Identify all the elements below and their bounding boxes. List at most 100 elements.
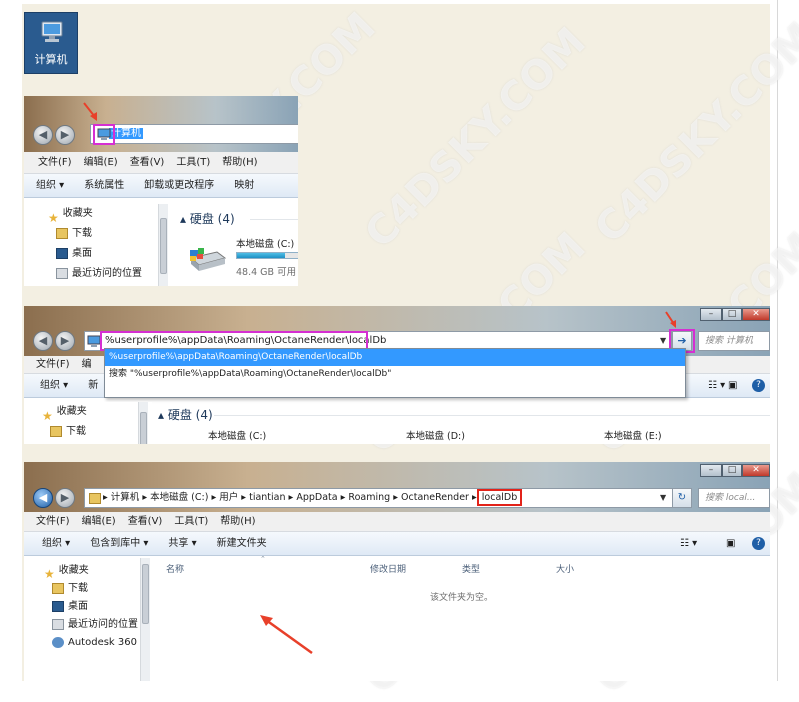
page-border xyxy=(777,0,778,681)
search-box[interactable]: 搜索 local... xyxy=(698,488,770,508)
search-box[interactable]: 搜索 计算机 xyxy=(698,331,770,351)
explorer-window-address-input: – □ ✕ ◀ ▶ %userprofile%\appData\Roaming\… xyxy=(24,306,770,444)
menu-tools[interactable]: 工具(T) xyxy=(170,152,216,174)
autocomplete-item-path[interactable]: %userprofile%\appData\Roaming\OctaneRend… xyxy=(105,349,685,366)
uninstall-program-button[interactable]: 卸载或更改程序 xyxy=(134,174,224,198)
view-options-icon[interactable]: ☷ ▾ xyxy=(680,532,697,556)
nav-favorites[interactable]: ★ 收藏夹 xyxy=(42,402,152,423)
share-button[interactable]: 共享 ▾ xyxy=(158,532,206,556)
menu-view[interactable]: 查看(V) xyxy=(122,512,169,532)
column-type[interactable]: 类型 xyxy=(462,562,480,575)
menu-view[interactable]: 查看(V) xyxy=(124,152,171,174)
forward-button[interactable]: ▶ xyxy=(55,488,75,508)
nav-downloads[interactable]: 下载 xyxy=(48,224,164,244)
desktop-computer-icon[interactable]: 计算机 xyxy=(24,12,78,74)
organize-button[interactable]: 组织 ▾ xyxy=(26,174,74,198)
recent-places-icon xyxy=(52,618,64,630)
nav-desktop[interactable]: 桌面 xyxy=(48,244,164,264)
view-options-icon[interactable]: ☷ ▾ xyxy=(708,374,725,398)
column-name[interactable]: 名称 xyxy=(166,562,184,575)
new-folder-button[interactable]: 新建文件夹 xyxy=(207,532,277,556)
nav-downloads[interactable]: 下载 xyxy=(42,422,152,442)
help-icon[interactable]: ? xyxy=(752,537,765,550)
autocomplete-item-search[interactable]: 搜索 "%userprofile%\appData\Roaming\Octane… xyxy=(105,366,685,383)
nav-scrollbar[interactable] xyxy=(140,558,150,681)
menu-tools[interactable]: 工具(T) xyxy=(168,512,214,532)
map-drive-button[interactable]: 映射 xyxy=(224,174,264,198)
nav-favorites[interactable]: ★ 收藏夹 xyxy=(44,562,152,581)
crumb-tiantian[interactable]: tiantian xyxy=(249,492,285,503)
recent-places-icon xyxy=(56,267,68,279)
include-in-library-button[interactable]: 包含到库中 ▾ xyxy=(80,532,158,556)
system-properties-button[interactable]: 系统属性 xyxy=(74,174,134,198)
crumb-appdata[interactable]: AppData xyxy=(296,492,337,503)
nav-recent[interactable]: 最近访问的位置 xyxy=(48,264,164,284)
menu-help[interactable]: 帮助(H) xyxy=(216,152,263,174)
menu-file[interactable]: 文件(F) xyxy=(30,356,76,374)
drive-d-label[interactable]: 本地磁盘 (D:) xyxy=(406,428,465,442)
menu-file[interactable]: 文件(F) xyxy=(32,152,78,174)
nav-desktop[interactable]: 桌面 xyxy=(44,598,152,616)
section-header: ▴ 硬盘 (4) xyxy=(180,212,235,226)
nav-autodesk360[interactable]: Autodesk 360 xyxy=(44,634,152,652)
address-dropdown-arrow[interactable]: ▼ xyxy=(660,493,666,502)
address-bar[interactable]: 计算机 xyxy=(90,124,298,144)
crumb-users[interactable]: 用户 xyxy=(219,492,238,503)
crumb-roaming[interactable]: Roaming xyxy=(348,492,390,503)
crumb-octanerender[interactable]: OctaneRender xyxy=(401,492,469,503)
menu-help[interactable]: 帮助(H) xyxy=(214,512,261,532)
back-button[interactable]: ◀ xyxy=(33,125,53,145)
folder-icon xyxy=(89,493,101,504)
address-dropdown-arrow[interactable]: ▼ xyxy=(660,336,666,345)
computer-icon xyxy=(87,335,101,347)
cloud-icon xyxy=(52,636,64,648)
menu-edit[interactable]: 编 xyxy=(76,356,98,374)
help-icon[interactable]: ? xyxy=(752,379,765,392)
organize-button[interactable]: 组织 ▾ xyxy=(32,532,80,556)
forward-button[interactable]: ▶ xyxy=(55,331,75,351)
organize-button[interactable]: 组织 ▾ xyxy=(30,374,78,398)
preview-pane-icon[interactable]: ▣ xyxy=(726,532,735,556)
navigation-pane: ★ 收藏夹 下载 桌面 最近访问的位置 xyxy=(24,204,164,286)
drive-e-label[interactable]: 本地磁盘 (E:) xyxy=(604,428,662,442)
drive-c-label[interactable]: 本地磁盘 (C:) xyxy=(208,428,266,442)
nav-label: 下载 xyxy=(66,426,86,437)
navigation-pane: ★ 收藏夹 下载 桌面 最近访问的位置 Autodesk 360 xyxy=(24,562,152,681)
maximize-button[interactable]: □ xyxy=(722,308,742,321)
menu-edit[interactable]: 编辑(E) xyxy=(78,152,124,174)
refresh-button[interactable]: ↻ xyxy=(672,488,692,508)
star-icon: ★ xyxy=(42,408,53,423)
nav-scrollbar[interactable] xyxy=(138,402,148,444)
column-size[interactable]: 大小 xyxy=(556,562,574,575)
explorer-window-localdb: – □ ✕ ◀ ▶ ▸ 计算机 ▸ 本地磁盘 (C:) ▸ 用户 ▸ tiant… xyxy=(24,462,770,681)
red-arrow-icon xyxy=(260,615,313,655)
drive-name: 本地磁盘 (C:) xyxy=(236,239,295,250)
preview-pane-icon[interactable]: ▣ xyxy=(728,374,737,398)
maximize-button[interactable]: □ xyxy=(722,464,742,477)
menu-file[interactable]: 文件(F) xyxy=(30,512,76,532)
highlight-box xyxy=(93,124,115,145)
close-button[interactable]: ✕ xyxy=(742,464,770,477)
minimize-button[interactable]: – xyxy=(700,464,722,477)
nav-favorites[interactable]: ★ 收藏夹 xyxy=(48,204,164,225)
nav-scrollbar[interactable] xyxy=(158,204,168,286)
close-button[interactable]: ✕ xyxy=(742,308,770,321)
column-date-modified[interactable]: 修改日期 xyxy=(370,562,406,575)
menu-bar: 文件(F) 编辑(E) 查看(V) 工具(T) 帮助(H) xyxy=(24,152,298,174)
minimize-button[interactable]: – xyxy=(700,308,722,321)
crumb-localdb[interactable]: localDb xyxy=(476,489,523,506)
back-button[interactable]: ◀ xyxy=(33,488,53,508)
back-button[interactable]: ◀ xyxy=(33,331,53,351)
forward-button[interactable]: ▶ xyxy=(55,125,75,145)
breadcrumb[interactable]: ▸ 计算机 ▸ 本地磁盘 (C:) ▸ 用户 ▸ tiantian ▸ AppD… xyxy=(84,488,686,508)
menu-edit[interactable]: 编辑(E) xyxy=(76,512,122,532)
crumb-computer[interactable]: 计算机 xyxy=(111,492,140,503)
download-folder-icon xyxy=(56,227,68,239)
nav-downloads[interactable]: 下载 xyxy=(44,580,152,598)
sort-indicator-icon: ⌃ xyxy=(260,555,266,563)
nav-label: 收藏夹 xyxy=(62,208,93,219)
download-folder-icon xyxy=(50,425,62,437)
nav-recent[interactable]: 最近访问的位置 xyxy=(44,616,152,634)
crumb-drive-c[interactable]: 本地磁盘 (C:) xyxy=(150,492,208,503)
desktop-icon xyxy=(56,247,68,259)
